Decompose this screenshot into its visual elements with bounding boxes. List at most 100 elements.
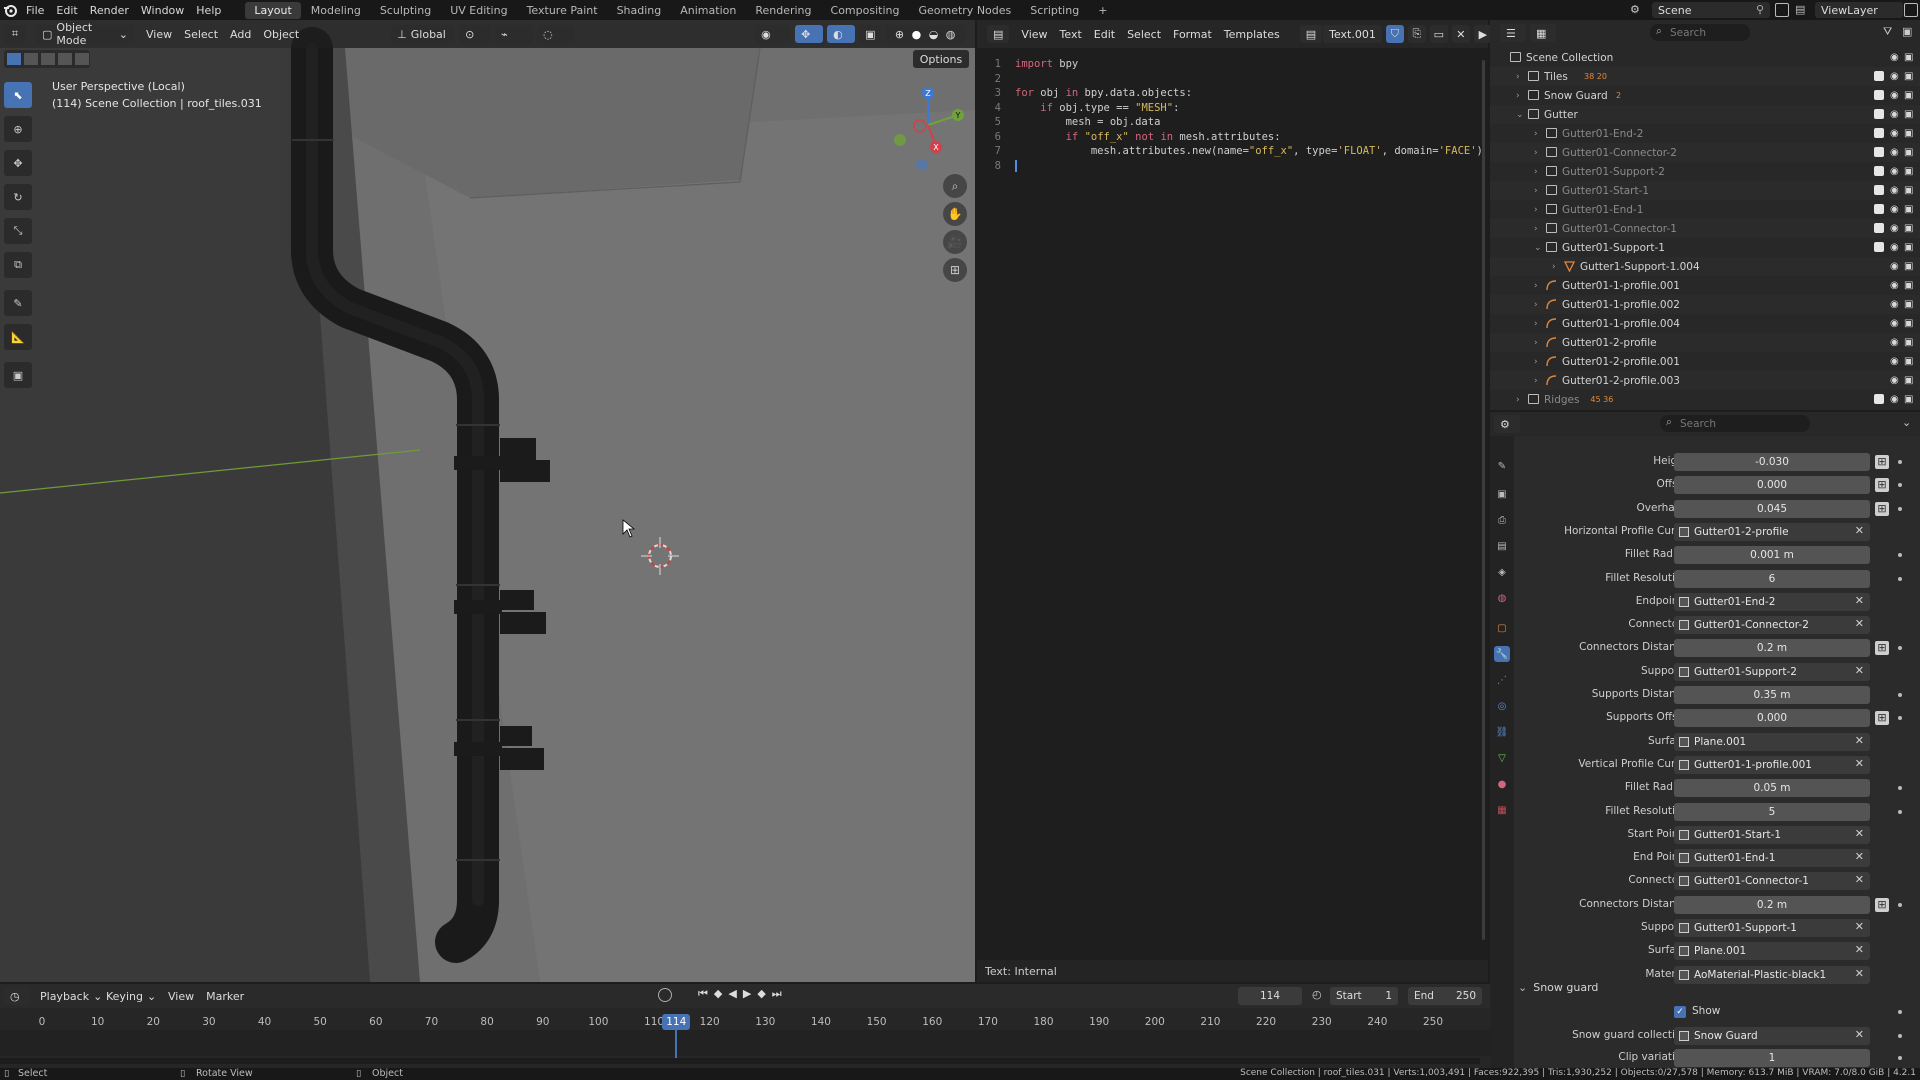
chevron-down-icon[interactable]: ⌄	[1534, 243, 1542, 253]
exclude-checkbox[interactable]	[1874, 166, 1884, 176]
clear-icon[interactable]: ✕	[1855, 920, 1864, 933]
clear-icon[interactable]: ✕	[1855, 943, 1864, 956]
view-layer-selector[interactable]: ViewLayer	[1815, 2, 1903, 18]
browse-text-button[interactable]: ▤	[1299, 25, 1323, 43]
eye-icon[interactable]: ◉	[1890, 166, 1899, 177]
exclude-checkbox[interactable]	[1874, 185, 1884, 195]
view-layer-icon[interactable]: ▤	[1795, 3, 1809, 17]
number-field[interactable]: -0.030	[1674, 453, 1870, 471]
eye-icon[interactable]: ◉	[1890, 375, 1899, 386]
camera-render-icon[interactable]: ▣	[1904, 204, 1913, 215]
te-menu-format[interactable]: Format	[1173, 28, 1212, 41]
shading-modes[interactable]: ⊕ ● ◒ ◍	[885, 25, 966, 43]
snow-guard-panel-header[interactable]: ⌄ Snow guard	[1518, 978, 1914, 996]
exclude-checkbox[interactable]	[1874, 394, 1884, 404]
number-field[interactable]: 6	[1674, 569, 1870, 588]
eye-icon[interactable]: ◉	[1890, 109, 1899, 120]
outliner-row[interactable]: › Gutter01-1-profile.004 ◉ ▣	[1490, 314, 1920, 333]
exclude-checkbox[interactable]	[1874, 90, 1884, 100]
tab-uv-editing[interactable]: UV Editing	[441, 2, 516, 19]
object-picker-field[interactable]: Gutter01-End-1 ✕	[1674, 849, 1870, 868]
scene-icon[interactable]: ⚙	[1630, 3, 1644, 17]
camera-render-icon[interactable]: ▣	[1904, 356, 1913, 367]
code-area[interactable]: 1 import bpy 2 3 for obj in bpy.data.objects…	[977, 48, 1483, 958]
keyframe-dot[interactable]	[1898, 693, 1902, 697]
code-line[interactable]: 6 if "off_x" not in mesh.attributes:	[977, 131, 1281, 145]
properties-editor[interactable]: ⚙ ⌕ Search ⌄ ✎ ▣ ⎙ ▤ ◈ ◍ ▢ 🔧 ⋰ ◎ ⛓ ▽ ● ▦…	[1490, 412, 1920, 1068]
playhead-line[interactable]	[675, 1030, 678, 1058]
pan-hand-icon[interactable]: ✋	[943, 202, 967, 226]
object-picker-field[interactable]: Gutter01-Support-1 ✕	[1674, 919, 1870, 937]
te-menu-view[interactable]: View	[1021, 28, 1047, 41]
chevron-right-icon[interactable]: ›	[1534, 300, 1538, 310]
outliner-row[interactable]: › Gutter01-End-2 ◉ ▣	[1490, 124, 1920, 143]
keyframe-dot[interactable]	[1898, 1056, 1902, 1060]
camera-render-icon[interactable]: ▣	[1904, 318, 1913, 329]
eye-icon[interactable]: ◉	[1890, 280, 1899, 291]
annotate-tool[interactable]: ✎	[4, 290, 32, 316]
object-picker-field[interactable]: Gutter01-Start-1 ✕	[1674, 825, 1870, 844]
clear-icon[interactable]: ✕	[1855, 617, 1864, 630]
rotate-tool[interactable]: ↻	[4, 184, 32, 210]
new-scene-icon[interactable]	[1775, 3, 1789, 17]
object-picker-field[interactable]: Gutter01-2-profile ✕	[1674, 522, 1870, 541]
material-shading-icon[interactable]: ◒	[929, 28, 939, 41]
chevron-right-icon[interactable]: ›	[1516, 395, 1520, 405]
outliner[interactable]: ☰ ▦ ⌕ Search ⛛ ▣ Scene Collection ◉ ▣ › Tile…	[1490, 20, 1920, 410]
blender-logo-icon[interactable]	[0, 0, 20, 20]
code-line[interactable]: 8	[977, 159, 1017, 174]
select-extend-icon[interactable]	[24, 53, 38, 65]
chevron-right-icon[interactable]: ›	[1534, 148, 1538, 158]
outliner-row[interactable]: › Gutter01-Support-2 ◉ ▣	[1490, 162, 1920, 181]
select-subtract-icon[interactable]	[41, 53, 55, 65]
chevron-right-icon[interactable]: ›	[1534, 319, 1538, 329]
new-text-button[interactable]: ⎘	[1407, 25, 1426, 43]
camera-render-icon[interactable]: ▣	[1904, 166, 1913, 177]
chevron-right-icon[interactable]: ›	[1552, 262, 1556, 272]
eye-icon[interactable]: ◉	[1890, 299, 1899, 310]
keyframe-dot[interactable]	[1898, 1010, 1902, 1014]
solid-shading-icon[interactable]: ●	[912, 28, 922, 41]
number-field[interactable]: 0.000	[1674, 476, 1870, 495]
clear-icon[interactable]: ✕	[1855, 594, 1864, 607]
object-picker-field[interactable]: Gutter01-End-2 ✕	[1674, 592, 1870, 611]
outliner-row[interactable]: › Gutter01-Start-1 ◉ ▣	[1490, 181, 1920, 200]
keyframe-dot[interactable]	[1898, 553, 1902, 558]
te-menu-select[interactable]: Select	[1127, 28, 1161, 41]
properties-editor-type-button[interactable]: ⚙	[1494, 415, 1520, 433]
proportional-edit-button[interactable]: ◌	[537, 25, 576, 43]
orientation-dropdown[interactable]: ⊥ Global	[391, 25, 456, 43]
chevron-right-icon[interactable]: ›	[1534, 129, 1538, 139]
attribute-toggle-icon[interactable]: ⊞	[1875, 455, 1889, 469]
exclude-checkbox[interactable]	[1874, 204, 1884, 214]
camera-render-icon[interactable]: ▣	[1904, 147, 1913, 158]
code-line[interactable]: 2	[977, 73, 1015, 87]
te-editor-type-button[interactable]: ▤	[987, 25, 1010, 43]
snap-button[interactable]: ⌁	[495, 25, 534, 43]
code-line[interactable]: 4 if obj.type == "MESH":	[977, 102, 1180, 116]
object-picker-field[interactable]: Gutter01-1-profile.001 ✕	[1674, 755, 1870, 774]
outliner-row[interactable]: ⌄ Gutter ◉ ▣	[1490, 105, 1920, 124]
menu-edit[interactable]: Edit	[50, 4, 83, 17]
properties-search-input[interactable]: ⌕ Search	[1660, 415, 1810, 432]
outliner-row[interactable]: › Gutter01-1-profile.002 ◉ ▣	[1490, 295, 1920, 314]
exclude-checkbox[interactable]	[1874, 242, 1884, 252]
pin-icon[interactable]: ⚲	[1756, 3, 1764, 16]
outliner-row[interactable]: › Gutter01-2-profile.001 ◉ ▣	[1490, 352, 1920, 371]
camera-render-icon[interactable]: ▣	[1904, 128, 1913, 139]
zoom-icon[interactable]: ⌕	[943, 174, 967, 198]
outliner-row[interactable]: › Gutter01-Connector-2 ◉ ▣	[1490, 143, 1920, 162]
select-intersect-icon[interactable]	[75, 53, 89, 65]
scale-tool[interactable]: ⤡	[4, 218, 32, 244]
number-field[interactable]: 0.000	[1674, 709, 1870, 728]
select-new-icon[interactable]	[7, 53, 21, 65]
clip-variation-field[interactable]: 1	[1674, 1049, 1870, 1067]
keyframe-dot[interactable]	[1898, 576, 1902, 581]
keyframe-dot[interactable]	[1898, 646, 1902, 651]
chevron-right-icon[interactable]: ›	[1534, 224, 1538, 234]
xray-button[interactable]: ▣	[859, 25, 882, 43]
camera-render-icon[interactable]: ▣	[1904, 280, 1913, 291]
eye-icon[interactable]: ◉	[1890, 223, 1899, 234]
eye-icon[interactable]: ◉	[1890, 128, 1899, 139]
3d-viewport[interactable]: ⌗ ▢ Object Mode ⌄ View Select Add Object…	[0, 20, 975, 982]
